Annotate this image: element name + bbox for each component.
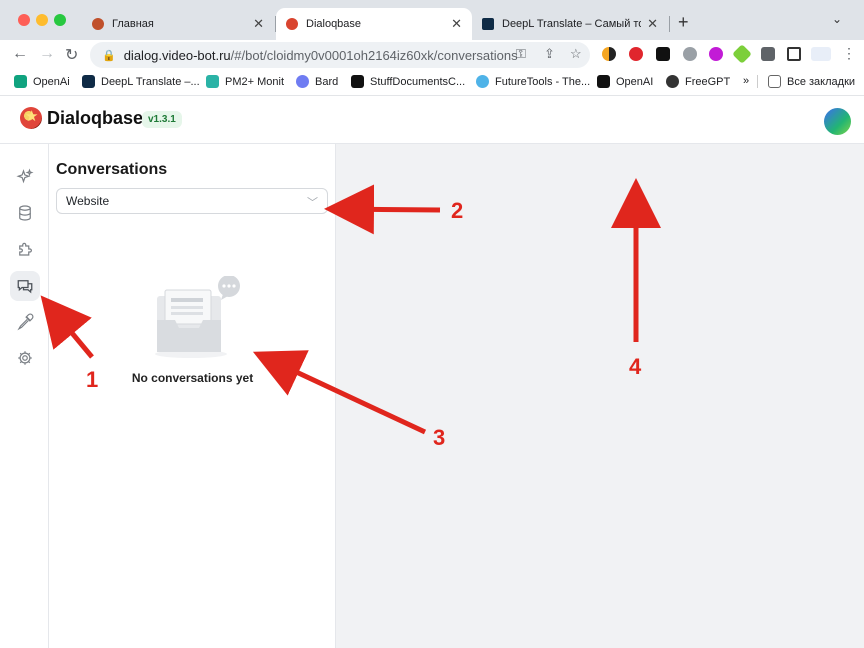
extension-icon[interactable] xyxy=(709,47,723,61)
close-tab-icon[interactable]: ✕ xyxy=(253,16,264,32)
chevron-down-icon: ﹀ xyxy=(307,197,318,209)
favicon-icon xyxy=(286,18,298,30)
annotation-label-2: 2 xyxy=(451,198,464,223)
bookmark-openai-2[interactable]: OpenAI xyxy=(597,75,653,88)
bookmark-label: OpenAI xyxy=(616,75,654,88)
tab-title: Dialoqbase xyxy=(306,18,362,30)
freegpt-icon xyxy=(666,75,679,88)
bookmark-label: StuffDocumentsC... xyxy=(370,75,466,88)
bookmarks-overflow-icon[interactable]: » xyxy=(743,75,749,87)
sparkles-icon xyxy=(16,168,34,184)
key-icon[interactable]: ⚿ xyxy=(516,46,526,62)
url-host: dialog.video-bot.ru xyxy=(123,47,231,63)
sidebar-item-integrations[interactable] xyxy=(10,234,40,264)
annotation-label-3: 3 xyxy=(433,425,446,450)
tab-deepl[interactable]: DeepL Translate – Самый точ ✕ xyxy=(472,8,668,40)
star-icon[interactable]: ☆ xyxy=(570,46,582,62)
app-name: Dialoqbase xyxy=(47,108,144,128)
tab-search-chevron-icon[interactable]: ⌄ xyxy=(832,12,842,26)
address-bar[interactable]: 🔒 dialog.video-bot.ru/#/bot/cloidmy0v000… xyxy=(90,42,590,68)
empty-inbox-illustration xyxy=(155,276,240,358)
tab-title: DeepL Translate – Самый точ xyxy=(502,18,642,30)
browser-tabstrip: Главная ✕ Dialoqbase ✕ DeepL Translate –… xyxy=(0,0,864,40)
close-tab-icon[interactable]: ✕ xyxy=(451,16,462,32)
bookmark-freegpt[interactable]: FreeGPT xyxy=(666,75,730,88)
bookmark-futuretools[interactable]: FutureTools - The... xyxy=(476,75,590,88)
pm2-icon xyxy=(206,75,219,88)
deepl-icon xyxy=(82,75,95,88)
favicon-icon xyxy=(92,18,104,30)
gear-icon xyxy=(18,351,32,365)
source-select[interactable]: Website ﹀ xyxy=(56,188,328,214)
tab-home[interactable]: Главная ✕ xyxy=(82,8,274,40)
overflow-label: » xyxy=(743,75,750,87)
share-icon[interactable]: ⇪ xyxy=(544,46,555,62)
bookmark-label: DeepL Translate –... xyxy=(101,75,200,88)
bookmark-openai[interactable]: OpenAi xyxy=(14,75,70,88)
close-tab-icon[interactable]: ✕ xyxy=(647,16,658,32)
bookmark-label: PM2+ Monit xyxy=(225,75,284,88)
url-path: /#/bot/cloidmy0v0001oh2164iz60xk/convers… xyxy=(230,47,518,63)
database-icon xyxy=(19,205,31,221)
lock-icon: 🔒 xyxy=(102,49,116,62)
bookmark-bard[interactable]: Bard xyxy=(296,75,338,88)
minimize-window-button[interactable] xyxy=(36,14,48,26)
bookmark-pm2[interactable]: PM2+ Monit xyxy=(206,75,284,88)
new-tab-icon[interactable]: + xyxy=(678,12,689,33)
sidebar xyxy=(0,144,49,648)
sidebar-item-settings[interactable] xyxy=(10,343,40,373)
reload-icon[interactable]: ↻ xyxy=(65,45,78,65)
tab-dialoqbase[interactable]: Dialoqbase ✕ xyxy=(276,8,472,40)
globe-icon[interactable] xyxy=(683,47,697,61)
chat-icon xyxy=(17,280,33,294)
app-header: ★ Dialoqbase v1.3.1 xyxy=(0,97,864,144)
tab-title: Главная xyxy=(112,18,154,30)
browser-menu-icon[interactable]: ⋮ xyxy=(842,45,856,62)
bookmarks-bar: OpenAi DeepL Translate –... PM2+ Monit B… xyxy=(0,70,864,96)
folder-icon xyxy=(768,75,781,88)
extension-icon[interactable] xyxy=(602,47,616,61)
sidebar-item-playground[interactable] xyxy=(10,162,40,192)
openai-icon xyxy=(597,75,610,88)
back-icon[interactable]: ← xyxy=(12,45,28,63)
logo-star-icon: ★ xyxy=(25,108,39,125)
puzzle-extensions-icon[interactable] xyxy=(761,47,775,61)
side-panel-icon[interactable] xyxy=(787,47,801,61)
bookmark-label: FutureTools - The... xyxy=(495,75,591,88)
extension-icon[interactable] xyxy=(656,47,670,61)
all-bookmarks[interactable]: Все закладки xyxy=(757,75,855,88)
bookmark-label: Все закладки xyxy=(787,75,856,88)
sidebar-item-data-sources[interactable] xyxy=(10,198,40,228)
conversations-title: Conversations xyxy=(56,161,168,178)
annotation-label-4: 4 xyxy=(629,354,642,379)
sidebar-item-appearance[interactable] xyxy=(10,307,40,337)
adblock-icon[interactable] xyxy=(629,47,643,61)
close-window-button[interactable] xyxy=(18,14,30,26)
source-select-value: Website xyxy=(66,194,110,208)
futuretools-icon xyxy=(476,75,489,88)
pipette-icon xyxy=(17,313,34,331)
conversations-panel: Conversations Website ﹀ No conversations… xyxy=(49,144,336,648)
conversation-detail-area xyxy=(336,144,864,648)
profile-extension-icon[interactable] xyxy=(811,47,831,61)
stuffdocuments-icon xyxy=(351,75,364,88)
version-badge: v1.3.1 xyxy=(142,111,182,128)
avatar[interactable] xyxy=(824,108,851,135)
openai-icon xyxy=(14,75,27,88)
maximize-window-button[interactable] xyxy=(54,14,66,26)
puzzle-icon xyxy=(19,242,32,256)
bookmark-label: FreeGPT xyxy=(685,75,731,88)
bookmark-label: Bard xyxy=(315,75,339,88)
bookmark-stuffdocuments[interactable]: StuffDocumentsC... xyxy=(351,75,465,88)
forward-icon[interactable]: → xyxy=(39,45,55,63)
sidebar-item-conversations[interactable] xyxy=(10,271,40,301)
annotation-label-1: 1 xyxy=(86,367,99,392)
favicon-icon xyxy=(482,18,494,30)
bookmark-label: OpenAi xyxy=(33,75,70,88)
bookmark-deepl[interactable]: DeepL Translate –... xyxy=(82,75,200,88)
bard-icon xyxy=(296,75,309,88)
